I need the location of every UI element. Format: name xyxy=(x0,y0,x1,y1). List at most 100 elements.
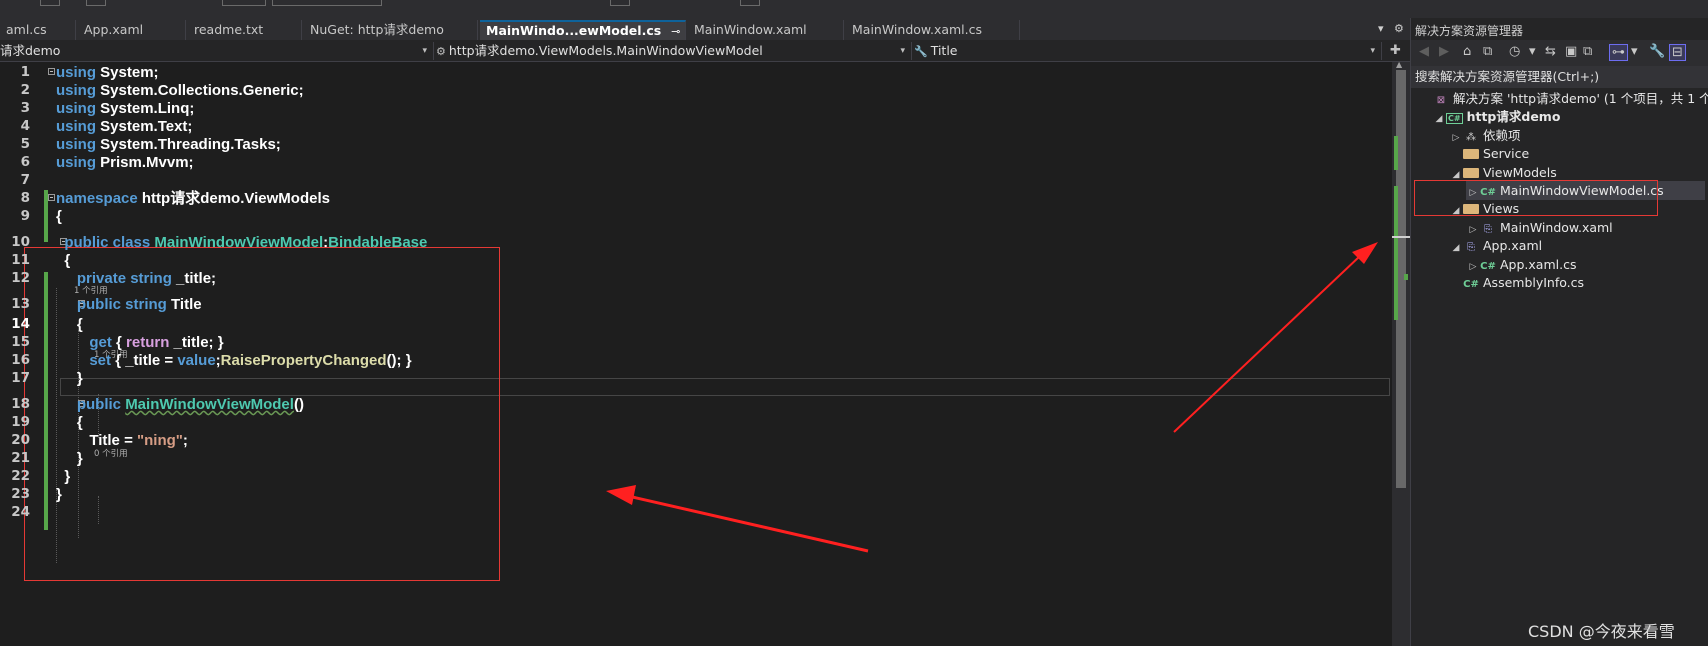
solution-search-input[interactable]: 搜索解决方案资源管理器(Ctrl+;) xyxy=(1411,66,1708,88)
tab-label: MainWindow.xaml.cs xyxy=(852,22,983,37)
gear-icon[interactable]: ⚙ xyxy=(1394,22,1404,35)
code-text: using System.Threading.Tasks; xyxy=(56,136,281,153)
code-area[interactable]: 1 个引用 1 个引用 0 个引用 1 using System; 2 using S… xyxy=(0,62,1390,646)
tab-dropdown-icon[interactable]: ▾ xyxy=(1378,22,1384,35)
code-line[interactable]: 10 public class MainWindowViewModel:Bind… xyxy=(0,234,1390,251)
collapse-icon[interactable] xyxy=(48,68,55,75)
tab-app-xaml[interactable]: App.xaml xyxy=(78,20,186,40)
switch-views-icon[interactable]: ⧉ xyxy=(1483,44,1492,59)
toolbar-fragment xyxy=(740,0,760,6)
project-dropdown-value: 请求demo xyxy=(0,43,61,58)
line-number: 13 xyxy=(11,296,30,312)
tree-item[interactable]: ◢ C# http请求demo xyxy=(1432,107,1560,126)
tab-readme[interactable]: readme.txt xyxy=(188,20,302,40)
tab-mainwindowviewmodel[interactable]: MainWindo...ewModel.cs⊸✕ xyxy=(480,20,686,40)
line-number: 5 xyxy=(20,136,30,152)
collapse-icon[interactable] xyxy=(48,194,55,201)
tree-item-label: ViewModels xyxy=(1483,164,1557,180)
code-text: } xyxy=(56,370,83,387)
tree-item-label: AssemblyInfo.cs xyxy=(1483,275,1585,290)
split-editor-icon[interactable]: ✚ xyxy=(1390,43,1401,58)
code-line[interactable]: 23} xyxy=(0,486,1390,503)
sync-icon[interactable]: ⇆ xyxy=(1545,44,1556,59)
collapse-icon[interactable]: ◢ xyxy=(1449,239,1463,258)
tree-item[interactable]: ◢ ViewModels xyxy=(1449,163,1557,182)
tree-item[interactable]: ▷ ⁂ 依赖项 xyxy=(1449,126,1521,145)
code-line[interactable]: 14 { xyxy=(0,316,1390,333)
code-line[interactable]: 13 public string Title xyxy=(0,296,1390,313)
history-icon[interactable]: ◷ xyxy=(1509,44,1520,59)
back-icon[interactable]: ◀ xyxy=(1419,44,1429,59)
vertical-scrollbar[interactable]: ▲ xyxy=(1392,60,1410,646)
tree-item[interactable]: ⊠ 解决方案 'http请求demo' (1 个项目，共 1 个) xyxy=(1419,89,1708,108)
code-line[interactable]: 8 namespace http请求demo.ViewModels xyxy=(0,190,1390,207)
tree-item[interactable]: ◢ ⎘ App.xaml xyxy=(1449,236,1543,258)
show-all-files-icon[interactable]: ⊶ xyxy=(1609,44,1628,61)
collapse-icon[interactable]: ◢ xyxy=(1432,110,1446,129)
filter-dropdown-icon[interactable]: ▾ xyxy=(1631,44,1638,59)
code-line[interactable]: 4 using System.Text; xyxy=(0,118,1390,135)
solution-explorer-title: 解决方案资源管理器 xyxy=(1415,24,1524,38)
line-number: 6 xyxy=(20,154,30,170)
tree-item[interactable]: Service xyxy=(1449,144,1529,163)
code-line[interactable]: 12 private string _title; xyxy=(0,270,1390,287)
wrench-icon: 🔧 xyxy=(914,45,928,58)
code-text: { xyxy=(56,316,83,333)
code-text: Title = "ning"; xyxy=(56,432,188,449)
code-line[interactable]: 20 Title = "ning"; xyxy=(0,432,1390,449)
code-text: using Prism.Mvvm; xyxy=(56,154,194,171)
history-dropdown-icon[interactable]: ▾ xyxy=(1529,44,1536,59)
folder-icon xyxy=(1463,149,1479,160)
code-line[interactable]: 3 using System.Linq; xyxy=(0,100,1390,117)
collapse-all-icon[interactable]: ▣ xyxy=(1565,44,1577,59)
home-icon[interactable]: ⌂ xyxy=(1463,44,1471,59)
tree-item[interactable]: ▷ ⎘ MainWindow.xaml xyxy=(1466,218,1613,237)
code-editor: aml.cs App.xaml readme.txt NuGet: http请求… xyxy=(0,18,1410,646)
copy-icon[interactable]: ⧉ xyxy=(1583,44,1592,59)
tab-mainwindow-xaml[interactable]: MainWindow.xaml xyxy=(688,20,844,40)
code-line[interactable]: 11 { xyxy=(0,252,1390,269)
code-line[interactable]: 22 } xyxy=(0,468,1390,485)
line-number: 14 xyxy=(11,316,30,332)
code-text: public class MainWindowViewModel:Bindabl… xyxy=(64,234,428,251)
line-number: 10 xyxy=(11,234,30,250)
line-number: 3 xyxy=(20,100,30,116)
code-line[interactable]: 15 get { return _title; } xyxy=(0,334,1390,351)
code-line[interactable]: 21 } xyxy=(0,450,1390,467)
code-line[interactable]: 24 xyxy=(0,504,1390,521)
code-line[interactable]: 18 public MainWindowViewModel() xyxy=(0,396,1390,413)
tab-label: MainWindo...ewModel.cs xyxy=(486,23,662,38)
tab-mainwindow-xaml-cs[interactable]: MainWindow.xaml.cs xyxy=(846,20,1020,40)
member-dropdown[interactable]: 🔧 Title ▾ xyxy=(914,42,1382,60)
wrench-icon[interactable]: 🔧 xyxy=(1649,44,1665,59)
forward-icon[interactable]: ▶ xyxy=(1439,44,1449,59)
toolbar-fragment xyxy=(40,0,60,6)
class-dropdown[interactable]: ⚙ http请求demo.ViewModels.MainWindowViewMod… xyxy=(436,42,912,60)
project-dropdown[interactable]: 请求demo ▾ xyxy=(0,42,434,60)
watermark-text: CSDN @今夜来看雪 xyxy=(1528,622,1675,641)
tab-nuget[interactable]: NuGet: http请求demo xyxy=(304,20,478,40)
tree-item[interactable]: ▷ C# App.xaml.cs xyxy=(1466,255,1577,274)
code-text: public string Title xyxy=(76,296,202,313)
tree-item-label: Service xyxy=(1483,146,1530,162)
code-line[interactable]: 1 using System; xyxy=(0,64,1390,81)
code-line[interactable]: 7 xyxy=(0,172,1390,189)
line-number: 4 xyxy=(20,118,30,134)
chevron-up-icon[interactable]: ▲ xyxy=(1396,60,1402,69)
code-line[interactable]: 17 } xyxy=(0,370,1390,387)
code-line[interactable]: 6 using Prism.Mvvm; xyxy=(0,154,1390,171)
code-line[interactable]: 9{ xyxy=(0,208,1390,225)
pin-icon[interactable]: ⊸ xyxy=(671,25,680,38)
code-line[interactable]: 2 using System.Collections.Generic; xyxy=(0,82,1390,99)
preview-icon[interactable]: ⊟ xyxy=(1669,44,1686,61)
solution-explorer: 解决方案资源管理器 ◀ ▶ ⌂ ⧉ ◷ ▾ ⇆ ▣ ⧉ ⊶ ▾ 🔧 ⊟ 搜索解决方案资源管理器(Ctrl… xyxy=(1410,18,1708,646)
code-text: } xyxy=(56,468,71,485)
code-line[interactable]: 19 { xyxy=(0,414,1390,431)
line-number: 7 xyxy=(20,172,30,188)
code-line[interactable]: 16 set { _title = value;RaisePropertyCha… xyxy=(0,352,1390,369)
tab-aml-cs[interactable]: aml.cs xyxy=(0,20,76,40)
line-number: 22 xyxy=(11,468,30,484)
toolbar-fragment xyxy=(86,0,106,6)
code-line[interactable]: 5 using System.Threading.Tasks; xyxy=(0,136,1390,153)
tree-item[interactable]: C# AssemblyInfo.cs xyxy=(1449,273,1584,292)
